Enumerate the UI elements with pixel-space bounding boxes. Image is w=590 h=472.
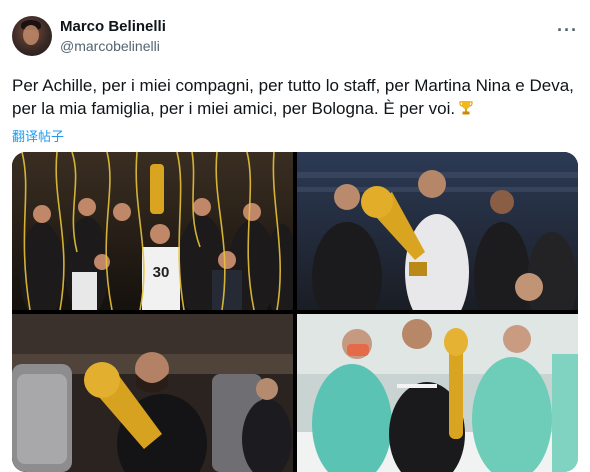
avatar-face bbox=[23, 25, 39, 45]
tweet-text: Per Achille, per i miei compagni, per tu… bbox=[12, 74, 582, 120]
author-name[interactable]: Marco Belinelli bbox=[60, 18, 166, 35]
media-grid: 30 bbox=[12, 152, 578, 472]
photo-team-celebration[interactable]: 30 bbox=[12, 152, 293, 310]
more-options-icon[interactable]: ··· bbox=[557, 20, 578, 41]
author-handle[interactable]: @marcobelinelli bbox=[60, 38, 160, 54]
avatar[interactable] bbox=[12, 16, 52, 56]
trophy-emoji-icon bbox=[459, 99, 473, 115]
jersey-number: 30 bbox=[153, 264, 170, 281]
translate-post-link[interactable]: 翻译帖子 bbox=[12, 126, 64, 145]
tweet-header: Marco Belinelli @marcobelinelli ··· bbox=[12, 14, 578, 60]
photo-trophy-kiss-court[interactable] bbox=[297, 152, 578, 310]
tweet-body: Per Achille, per i miei compagni, per tu… bbox=[12, 76, 574, 118]
photo-hospital-pointing[interactable] bbox=[297, 314, 578, 472]
photo-trophy-bus[interactable] bbox=[12, 314, 293, 472]
